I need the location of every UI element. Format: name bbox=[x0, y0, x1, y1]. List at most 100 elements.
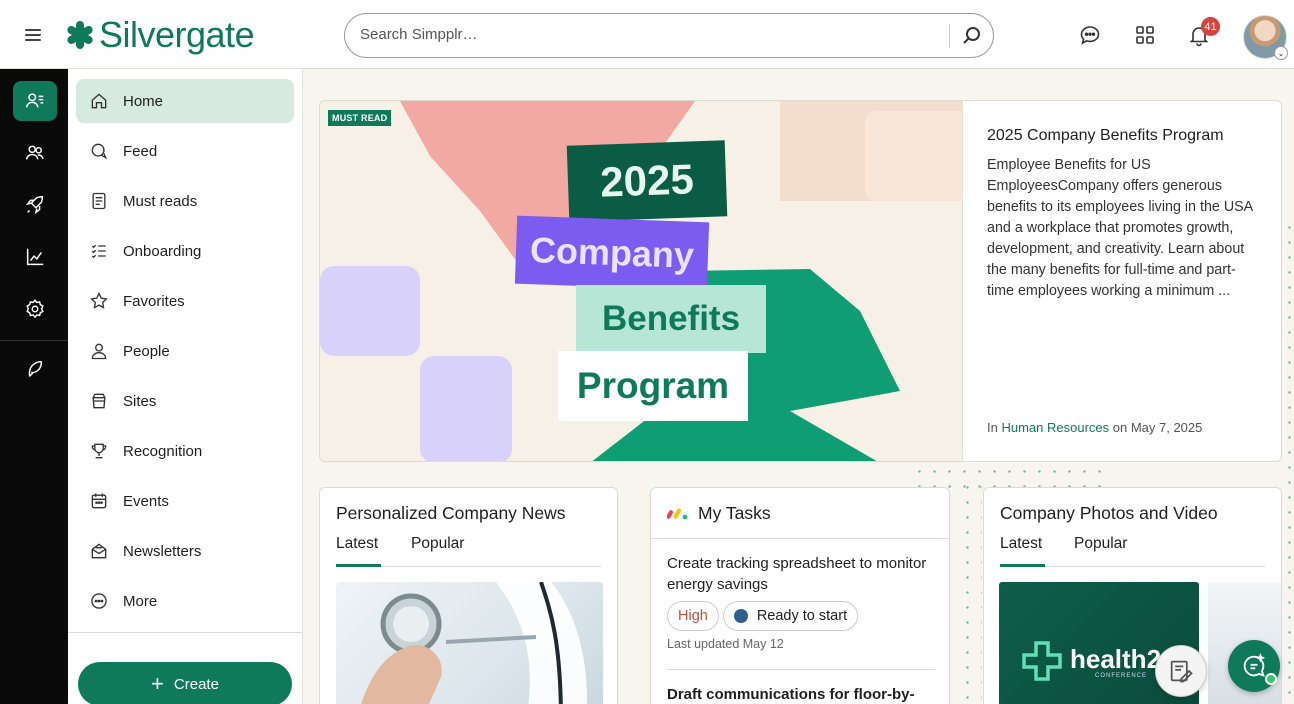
task-divider bbox=[667, 669, 935, 670]
must-reads-icon bbox=[92, 192, 106, 210]
newsletter-icon bbox=[91, 543, 107, 559]
sidebar-item-events[interactable]: Events bbox=[76, 479, 294, 523]
featured-article-meta: In Human Resources on May 7, 2025 bbox=[987, 420, 1202, 435]
art-line-company: Company bbox=[514, 215, 710, 291]
meta-prefix: In bbox=[987, 420, 998, 435]
ai-chat-icon bbox=[1243, 653, 1266, 677]
search-box bbox=[344, 13, 994, 58]
sidebar-item-recognition[interactable]: Recognition bbox=[76, 429, 294, 473]
site-link[interactable]: Human Resources bbox=[1001, 420, 1109, 435]
task-item[interactable]: Create tracking spreadsheet to monitor e… bbox=[667, 553, 935, 651]
task-title[interactable]: Create tracking spreadsheet to monitor e… bbox=[667, 553, 935, 595]
card-divider bbox=[651, 538, 949, 539]
art-line-program: Program bbox=[558, 351, 748, 421]
sidebar-item-more[interactable]: More bbox=[76, 579, 294, 623]
featured-article-card[interactable]: MUST READ 2025 Company Benefits Program … bbox=[319, 100, 1282, 462]
feed-icon bbox=[91, 143, 108, 160]
featured-article-image[interactable]: MUST READ 2025 Company Benefits Program bbox=[320, 101, 962, 461]
sidebar-item-label: Newsletters bbox=[123, 542, 202, 560]
home-icon bbox=[91, 93, 107, 109]
chat-icon[interactable] bbox=[1078, 23, 1102, 47]
feather-icon[interactable] bbox=[13, 349, 57, 389]
sidebar-item-label: Recognition bbox=[123, 442, 203, 460]
status-chip[interactable]: Ready to start bbox=[722, 601, 859, 631]
gear-icon[interactable] bbox=[13, 289, 57, 329]
status-label: Ready to start bbox=[756, 608, 848, 624]
chevron-down-icon[interactable]: ⌄ bbox=[1274, 46, 1288, 60]
apps-grid-icon[interactable] bbox=[1133, 23, 1157, 47]
tab-latest[interactable]: Latest bbox=[336, 535, 381, 567]
analytics-icon[interactable] bbox=[13, 237, 57, 277]
stethoscope-image bbox=[361, 582, 587, 704]
card-title: Personalized Company News bbox=[336, 503, 566, 523]
logo-mark-icon bbox=[67, 21, 93, 49]
decorative-dots bbox=[912, 464, 1102, 488]
checklist-icon bbox=[91, 244, 106, 259]
logo[interactable]: Silvergate bbox=[65, 14, 255, 56]
task-title[interactable]: Draft communications for floor-by- bbox=[667, 684, 935, 704]
news-thumbnail[interactable] bbox=[336, 582, 603, 704]
sidebar-item-feed[interactable]: Feed bbox=[76, 129, 294, 173]
sidebar-item-label: People bbox=[123, 342, 170, 360]
my-tasks-card: My Tasks Create tracking spreadsheet to … bbox=[650, 487, 950, 704]
tab-latest[interactable]: Latest bbox=[1000, 535, 1045, 567]
task-updated: Last updated May 12 bbox=[667, 637, 784, 651]
search-input[interactable] bbox=[360, 26, 940, 43]
sidebar-item-home[interactable]: Home bbox=[76, 79, 294, 123]
search-divider bbox=[949, 24, 950, 48]
rocket-icon[interactable] bbox=[13, 185, 57, 225]
priority-chip[interactable]: High bbox=[667, 601, 719, 631]
more-icon bbox=[91, 593, 107, 609]
photos-tabs: Latest Popular bbox=[1000, 535, 1265, 567]
nav-divider bbox=[68, 632, 302, 633]
plus-icon: + bbox=[151, 671, 164, 696]
sidebar-nav: Home Feed Must reads Onboarding Favorite… bbox=[68, 69, 303, 704]
search-icon[interactable] bbox=[960, 24, 984, 48]
sidebar-item-must-reads[interactable]: Must reads bbox=[76, 179, 294, 223]
sidebar-item-people[interactable]: People bbox=[76, 329, 294, 373]
sidebar-item-sites[interactable]: Sites bbox=[76, 379, 294, 423]
create-button-label: Create bbox=[173, 675, 219, 693]
health-cross-icon bbox=[1022, 641, 1062, 681]
decorative-dots bbox=[1282, 220, 1294, 704]
group-icon[interactable] bbox=[13, 133, 57, 173]
menu-icon[interactable] bbox=[25, 29, 41, 41]
trophy-icon bbox=[91, 443, 107, 459]
task-chips: High Ready to start bbox=[667, 601, 935, 631]
create-button[interactable]: + Create bbox=[78, 662, 292, 704]
sidebar-item-label: Home bbox=[123, 92, 164, 110]
tab-popular[interactable]: Popular bbox=[1074, 535, 1127, 567]
edit-layout-button[interactable] bbox=[1155, 645, 1207, 697]
art-line-year: 2025 bbox=[566, 140, 728, 222]
brand-name: Silvergate bbox=[99, 14, 255, 55]
task-item[interactable]: Draft communications for floor-by- bbox=[667, 684, 935, 704]
company-news-card: Personalized Company News Latest Popular bbox=[319, 487, 618, 704]
sidebar-item-newsletters[interactable]: Newsletters bbox=[76, 529, 294, 573]
decorative-dots bbox=[960, 480, 982, 704]
star-icon bbox=[90, 291, 108, 309]
sidebar-item-label: Sites bbox=[123, 392, 157, 410]
sidebar-item-label: Favorites bbox=[123, 292, 185, 310]
sidebar-item-label: Onboarding bbox=[123, 242, 202, 260]
edit-note-icon bbox=[1170, 660, 1193, 683]
tasks-app-icon bbox=[667, 508, 688, 520]
featured-article-title[interactable]: 2025 Company Benefits Program bbox=[987, 127, 1224, 145]
people-list-icon[interactable] bbox=[13, 81, 57, 121]
sidebar-item-label: Events bbox=[123, 492, 169, 510]
thumb-text: health2 bbox=[1070, 644, 1162, 674]
card-title: Company Photos and Video bbox=[1000, 503, 1218, 523]
notification-badge: 41 bbox=[1201, 17, 1220, 36]
top-bar: Silvergate 41 ⌄ bbox=[0, 0, 1294, 69]
featured-article-excerpt: Employee Benefits for US EmployeesCompan… bbox=[987, 157, 1253, 299]
art-line-benefits: Benefits bbox=[576, 285, 766, 353]
tab-popular[interactable]: Popular bbox=[411, 535, 464, 567]
online-status-dot bbox=[1265, 673, 1277, 685]
sites-icon bbox=[92, 393, 106, 409]
sidebar-item-label: Must reads bbox=[123, 192, 198, 210]
card-title: My Tasks bbox=[698, 503, 771, 523]
icon-rail bbox=[0, 69, 68, 704]
sidebar-item-onboarding[interactable]: Onboarding bbox=[76, 229, 294, 273]
sidebar-item-favorites[interactable]: Favorites bbox=[76, 279, 294, 323]
calendar-icon bbox=[91, 493, 107, 509]
must-read-badge: MUST READ bbox=[328, 110, 392, 126]
